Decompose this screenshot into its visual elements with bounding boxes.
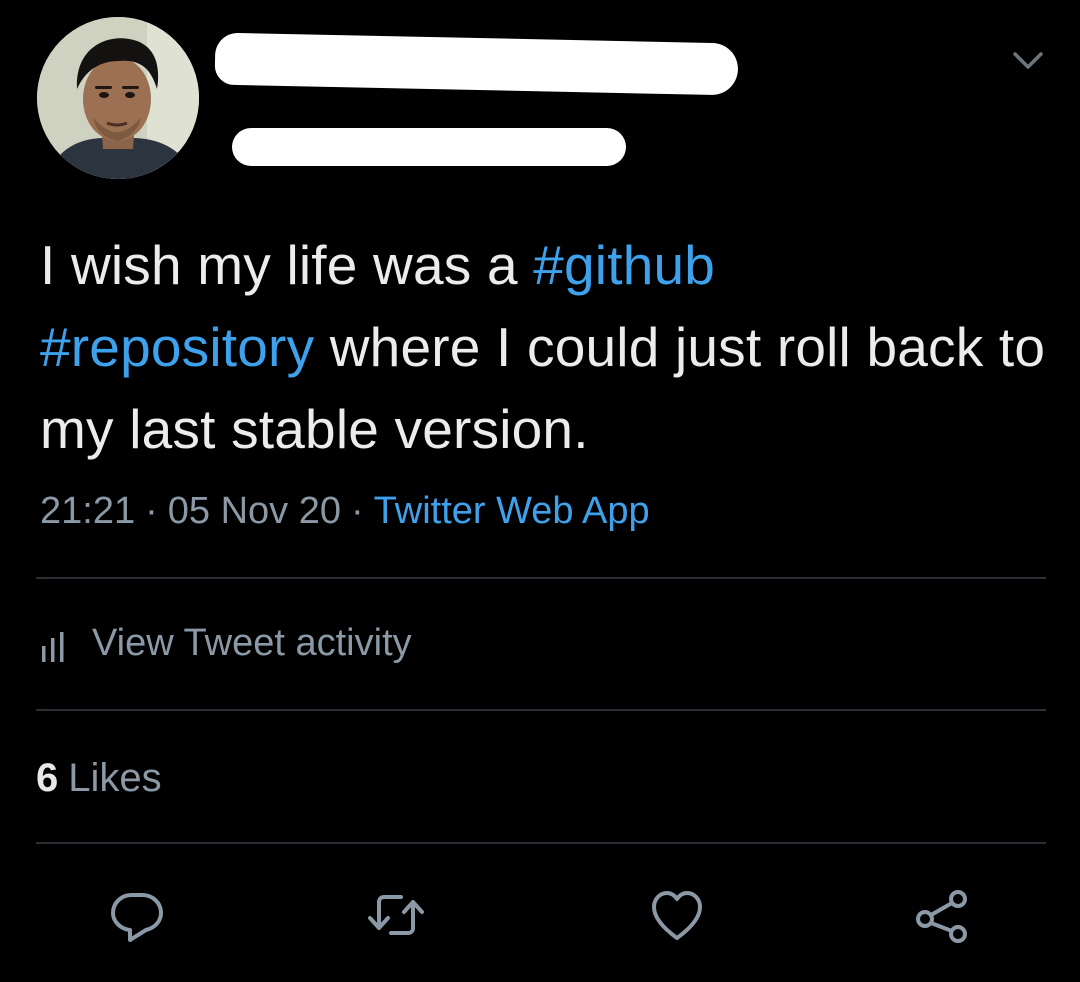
like-button[interactable] bbox=[646, 884, 708, 946]
tweet-date[interactable]: 05 Nov 20 bbox=[168, 490, 341, 532]
tweet-text: I wish my life was a #github #repository … bbox=[40, 224, 1050, 470]
divider bbox=[36, 709, 1046, 711]
divider bbox=[36, 577, 1046, 579]
share-icon bbox=[916, 890, 967, 943]
tweet-time[interactable]: 21:21 bbox=[40, 490, 135, 532]
avatar-image bbox=[37, 17, 199, 179]
avatar[interactable] bbox=[37, 17, 199, 179]
likes-count: 6 bbox=[36, 756, 59, 800]
view-tweet-activity-button[interactable]: View Tweet activity bbox=[40, 622, 412, 665]
hashtag-link[interactable]: #repository bbox=[40, 316, 314, 378]
bar-chart-icon bbox=[42, 631, 64, 662]
divider bbox=[36, 842, 1046, 844]
separator: · bbox=[145, 490, 158, 532]
reply-icon bbox=[111, 893, 163, 942]
heart-icon bbox=[652, 891, 702, 940]
hashtag-link[interactable]: #github bbox=[533, 234, 715, 296]
separator: · bbox=[350, 490, 364, 532]
redacted-display-name bbox=[214, 32, 739, 96]
reply-button[interactable] bbox=[106, 884, 168, 946]
likes-label: Likes bbox=[68, 756, 162, 800]
share-button[interactable] bbox=[911, 884, 973, 946]
redacted-username bbox=[232, 128, 626, 166]
activity-label: View Tweet activity bbox=[92, 622, 412, 664]
tweet-metadata: 21:21 · 05 Nov 20 · Twitter Web App bbox=[40, 490, 650, 533]
tweet-text-segment: I wish my life was a bbox=[40, 234, 534, 296]
more-options-button[interactable] bbox=[1012, 50, 1044, 72]
tweet-card: I wish my life was a #github #repository … bbox=[0, 0, 1080, 982]
retweet-icon bbox=[368, 895, 424, 935]
retweet-button[interactable] bbox=[365, 884, 427, 946]
likes-stat[interactable]: 6 Likes bbox=[36, 756, 162, 801]
chevron-down-icon bbox=[1013, 52, 1043, 69]
tweet-source-link[interactable]: Twitter Web App bbox=[374, 490, 650, 532]
